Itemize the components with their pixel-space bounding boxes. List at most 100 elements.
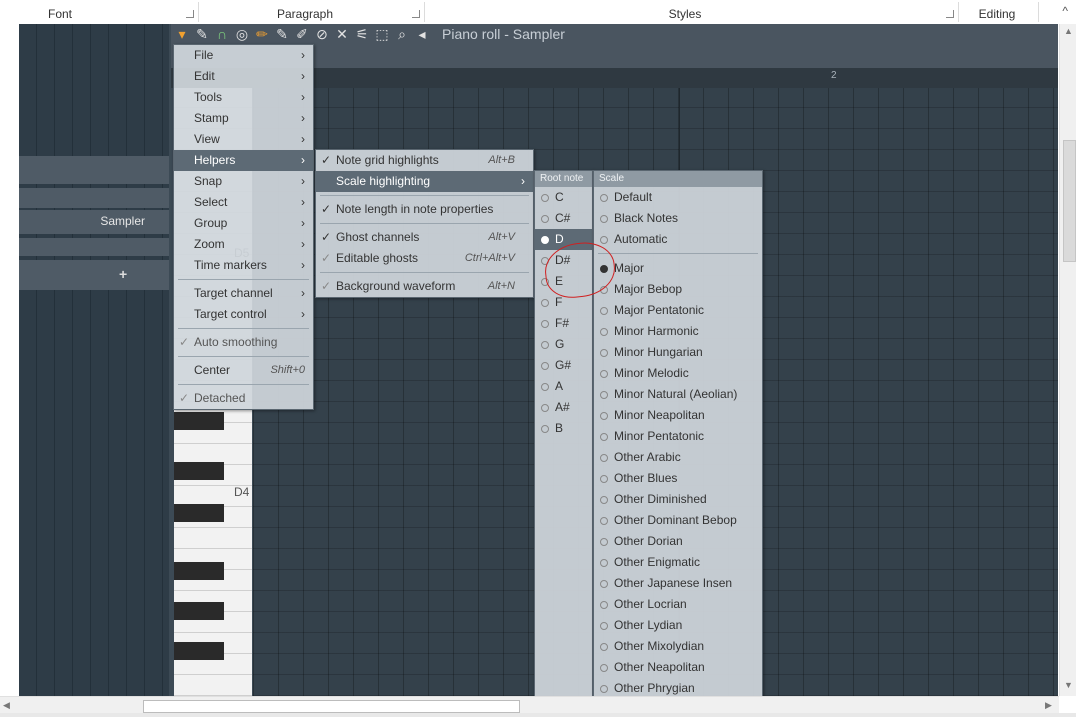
- scale-option[interactable]: Other Diminished: [594, 489, 762, 510]
- menu-item-tools[interactable]: Tools ›: [174, 87, 313, 108]
- black-key[interactable]: [174, 642, 224, 660]
- root-note-c-sharp[interactable]: C#: [535, 208, 592, 229]
- root-note-a[interactable]: A: [535, 376, 592, 397]
- scale-option[interactable]: Other Phrygian: [594, 678, 762, 696]
- scale-option[interactable]: Other Blues: [594, 468, 762, 489]
- scale-option[interactable]: Other Dorian: [594, 531, 762, 552]
- menu-item-background-waveform[interactable]: ✓ Background waveform Alt+N: [316, 276, 533, 297]
- channel-name: Sampler: [100, 214, 145, 228]
- menu-item-stamp[interactable]: Stamp ›: [174, 108, 313, 129]
- scale-option[interactable]: Other Enigmatic: [594, 552, 762, 573]
- channel-row[interactable]: [19, 188, 169, 208]
- scale-option[interactable]: Minor Pentatonic: [594, 426, 762, 447]
- mute-icon[interactable]: ✕: [334, 26, 350, 43]
- scroll-up-icon[interactable]: ▲: [1064, 26, 1073, 36]
- erase-icon[interactable]: ✐: [294, 26, 310, 43]
- menu-item-detached[interactable]: ✓ Detached: [174, 388, 313, 409]
- scale-option[interactable]: Major Bebop: [594, 279, 762, 300]
- menu-item-editable-ghosts[interactable]: ✓ Editable ghosts Ctrl+Alt+V: [316, 248, 533, 269]
- paint-icon[interactable]: ✎: [274, 26, 290, 43]
- scale-option[interactable]: Other Japanese Insen: [594, 573, 762, 594]
- zoom-icon[interactable]: ⌕: [394, 26, 410, 43]
- scale-mode-black-notes[interactable]: Black Notes: [594, 208, 762, 229]
- scroll-left-icon[interactable]: ◀: [3, 700, 10, 711]
- scale-option[interactable]: Other Arabic: [594, 447, 762, 468]
- scale-option[interactable]: Minor Melodic: [594, 363, 762, 384]
- root-note-g-sharp[interactable]: G#: [535, 355, 592, 376]
- add-channel-button[interactable]: +: [19, 260, 169, 290]
- scroll-down-icon[interactable]: ▼: [1064, 680, 1073, 690]
- playback-icon[interactable]: ◎: [234, 26, 250, 43]
- piano-roll-title[interactable]: Piano roll - Sampler: [442, 26, 565, 42]
- styles-dialog-launcher-icon[interactable]: [946, 10, 954, 18]
- scale-mode-default[interactable]: Default: [594, 187, 762, 208]
- pencil-icon[interactable]: ✏: [254, 26, 270, 43]
- ribbon-group-paragraph[interactable]: Paragraph: [260, 0, 350, 24]
- menu-item-helpers[interactable]: Helpers ›: [174, 150, 313, 171]
- scale-option[interactable]: Major: [594, 258, 762, 279]
- horizontal-scroll-thumb[interactable]: [143, 700, 520, 713]
- root-note-g[interactable]: G: [535, 334, 592, 355]
- slice-icon[interactable]: ⚟: [354, 26, 370, 43]
- black-key[interactable]: [174, 562, 224, 580]
- select-icon[interactable]: ⬚: [374, 26, 390, 43]
- font-dialog-launcher-icon[interactable]: [186, 10, 194, 18]
- magnet-icon[interactable]: ∩: [214, 26, 230, 42]
- vertical-scrollbar[interactable]: ▲ ▼: [1059, 24, 1076, 696]
- channel-row[interactable]: [19, 238, 169, 256]
- root-note-f-sharp[interactable]: F#: [535, 313, 592, 334]
- menu-item-snap[interactable]: Snap ›: [174, 171, 313, 192]
- black-key[interactable]: [174, 412, 224, 430]
- menu-item-edit[interactable]: Edit ›: [174, 66, 313, 87]
- menu-icon[interactable]: ▾: [174, 26, 190, 43]
- scale-option[interactable]: Minor Neapolitan: [594, 405, 762, 426]
- ribbon-group-styles[interactable]: Styles: [640, 0, 730, 24]
- radio-icon: [600, 391, 608, 399]
- ribbon-group-font[interactable]: Font: [20, 0, 100, 24]
- radio-icon: [600, 496, 608, 504]
- menu-item-target-control[interactable]: Target control ›: [174, 304, 313, 325]
- menu-item-note-grid-highlights[interactable]: ✓ Note grid highlights Alt+B: [316, 150, 533, 171]
- wrench-icon[interactable]: ✎: [194, 26, 210, 43]
- scale-option[interactable]: Minor Hungarian: [594, 342, 762, 363]
- scale-option[interactable]: Other Lydian: [594, 615, 762, 636]
- ribbon-group-editing[interactable]: Editing: [965, 0, 1029, 24]
- menu-item-scale-highlighting[interactable]: Scale highlighting ›: [316, 171, 533, 192]
- scale-option[interactable]: Minor Natural (Aeolian): [594, 384, 762, 405]
- scroll-right-icon[interactable]: ▶: [1045, 700, 1052, 711]
- scale-option[interactable]: Other Mixolydian: [594, 636, 762, 657]
- black-key[interactable]: [174, 602, 224, 620]
- menu-separator: [178, 356, 309, 357]
- menu-item-time-markers[interactable]: Time markers ›: [174, 255, 313, 276]
- menu-item-center[interactable]: Center Shift+0: [174, 360, 313, 381]
- root-note-a-sharp[interactable]: A#: [535, 397, 592, 418]
- menu-item-note-length[interactable]: ✓ Note length in note properties: [316, 199, 533, 220]
- scale-mode-automatic[interactable]: Automatic: [594, 229, 762, 250]
- collapse-ribbon-icon[interactable]: ^: [1062, 4, 1068, 18]
- menu-item-zoom[interactable]: Zoom ›: [174, 234, 313, 255]
- menu-item-group[interactable]: Group ›: [174, 213, 313, 234]
- menu-item-select[interactable]: Select ›: [174, 192, 313, 213]
- menu-item-auto-smoothing[interactable]: ✓ Auto smoothing: [174, 332, 313, 353]
- channel-row-sampler[interactable]: Sampler: [19, 210, 169, 234]
- root-note-b[interactable]: B: [535, 418, 592, 439]
- document-workspace: Sampler + ▾ ✎ ∩ ◎ ✏ ✎ ✐ ⊘ ✕ ⚟ ⬚ ⌕ ◂ Pian…: [0, 24, 1060, 696]
- scale-option[interactable]: Minor Harmonic: [594, 321, 762, 342]
- menu-item-ghost-channels[interactable]: ✓ Ghost channels Alt+V: [316, 227, 533, 248]
- menu-item-file[interactable]: File ›: [174, 45, 313, 66]
- black-key[interactable]: [174, 504, 224, 522]
- paragraph-dialog-launcher-icon[interactable]: [412, 10, 420, 18]
- menu-item-target-channel[interactable]: Target channel ›: [174, 283, 313, 304]
- scale-option[interactable]: Major Pentatonic: [594, 300, 762, 321]
- root-note-c[interactable]: C: [535, 187, 592, 208]
- horizontal-scrollbar[interactable]: ◀ ▶: [0, 696, 1059, 714]
- scale-option[interactable]: Other Dominant Bebop: [594, 510, 762, 531]
- black-key[interactable]: [174, 462, 224, 480]
- delete-icon[interactable]: ⊘: [314, 26, 330, 43]
- menu-item-view[interactable]: View ›: [174, 129, 313, 150]
- scale-option[interactable]: Other Neapolitan: [594, 657, 762, 678]
- channel-row[interactable]: [19, 156, 169, 184]
- vertical-scroll-thumb[interactable]: [1063, 140, 1076, 262]
- speaker-icon[interactable]: ◂: [414, 26, 430, 43]
- scale-option[interactable]: Other Locrian: [594, 594, 762, 615]
